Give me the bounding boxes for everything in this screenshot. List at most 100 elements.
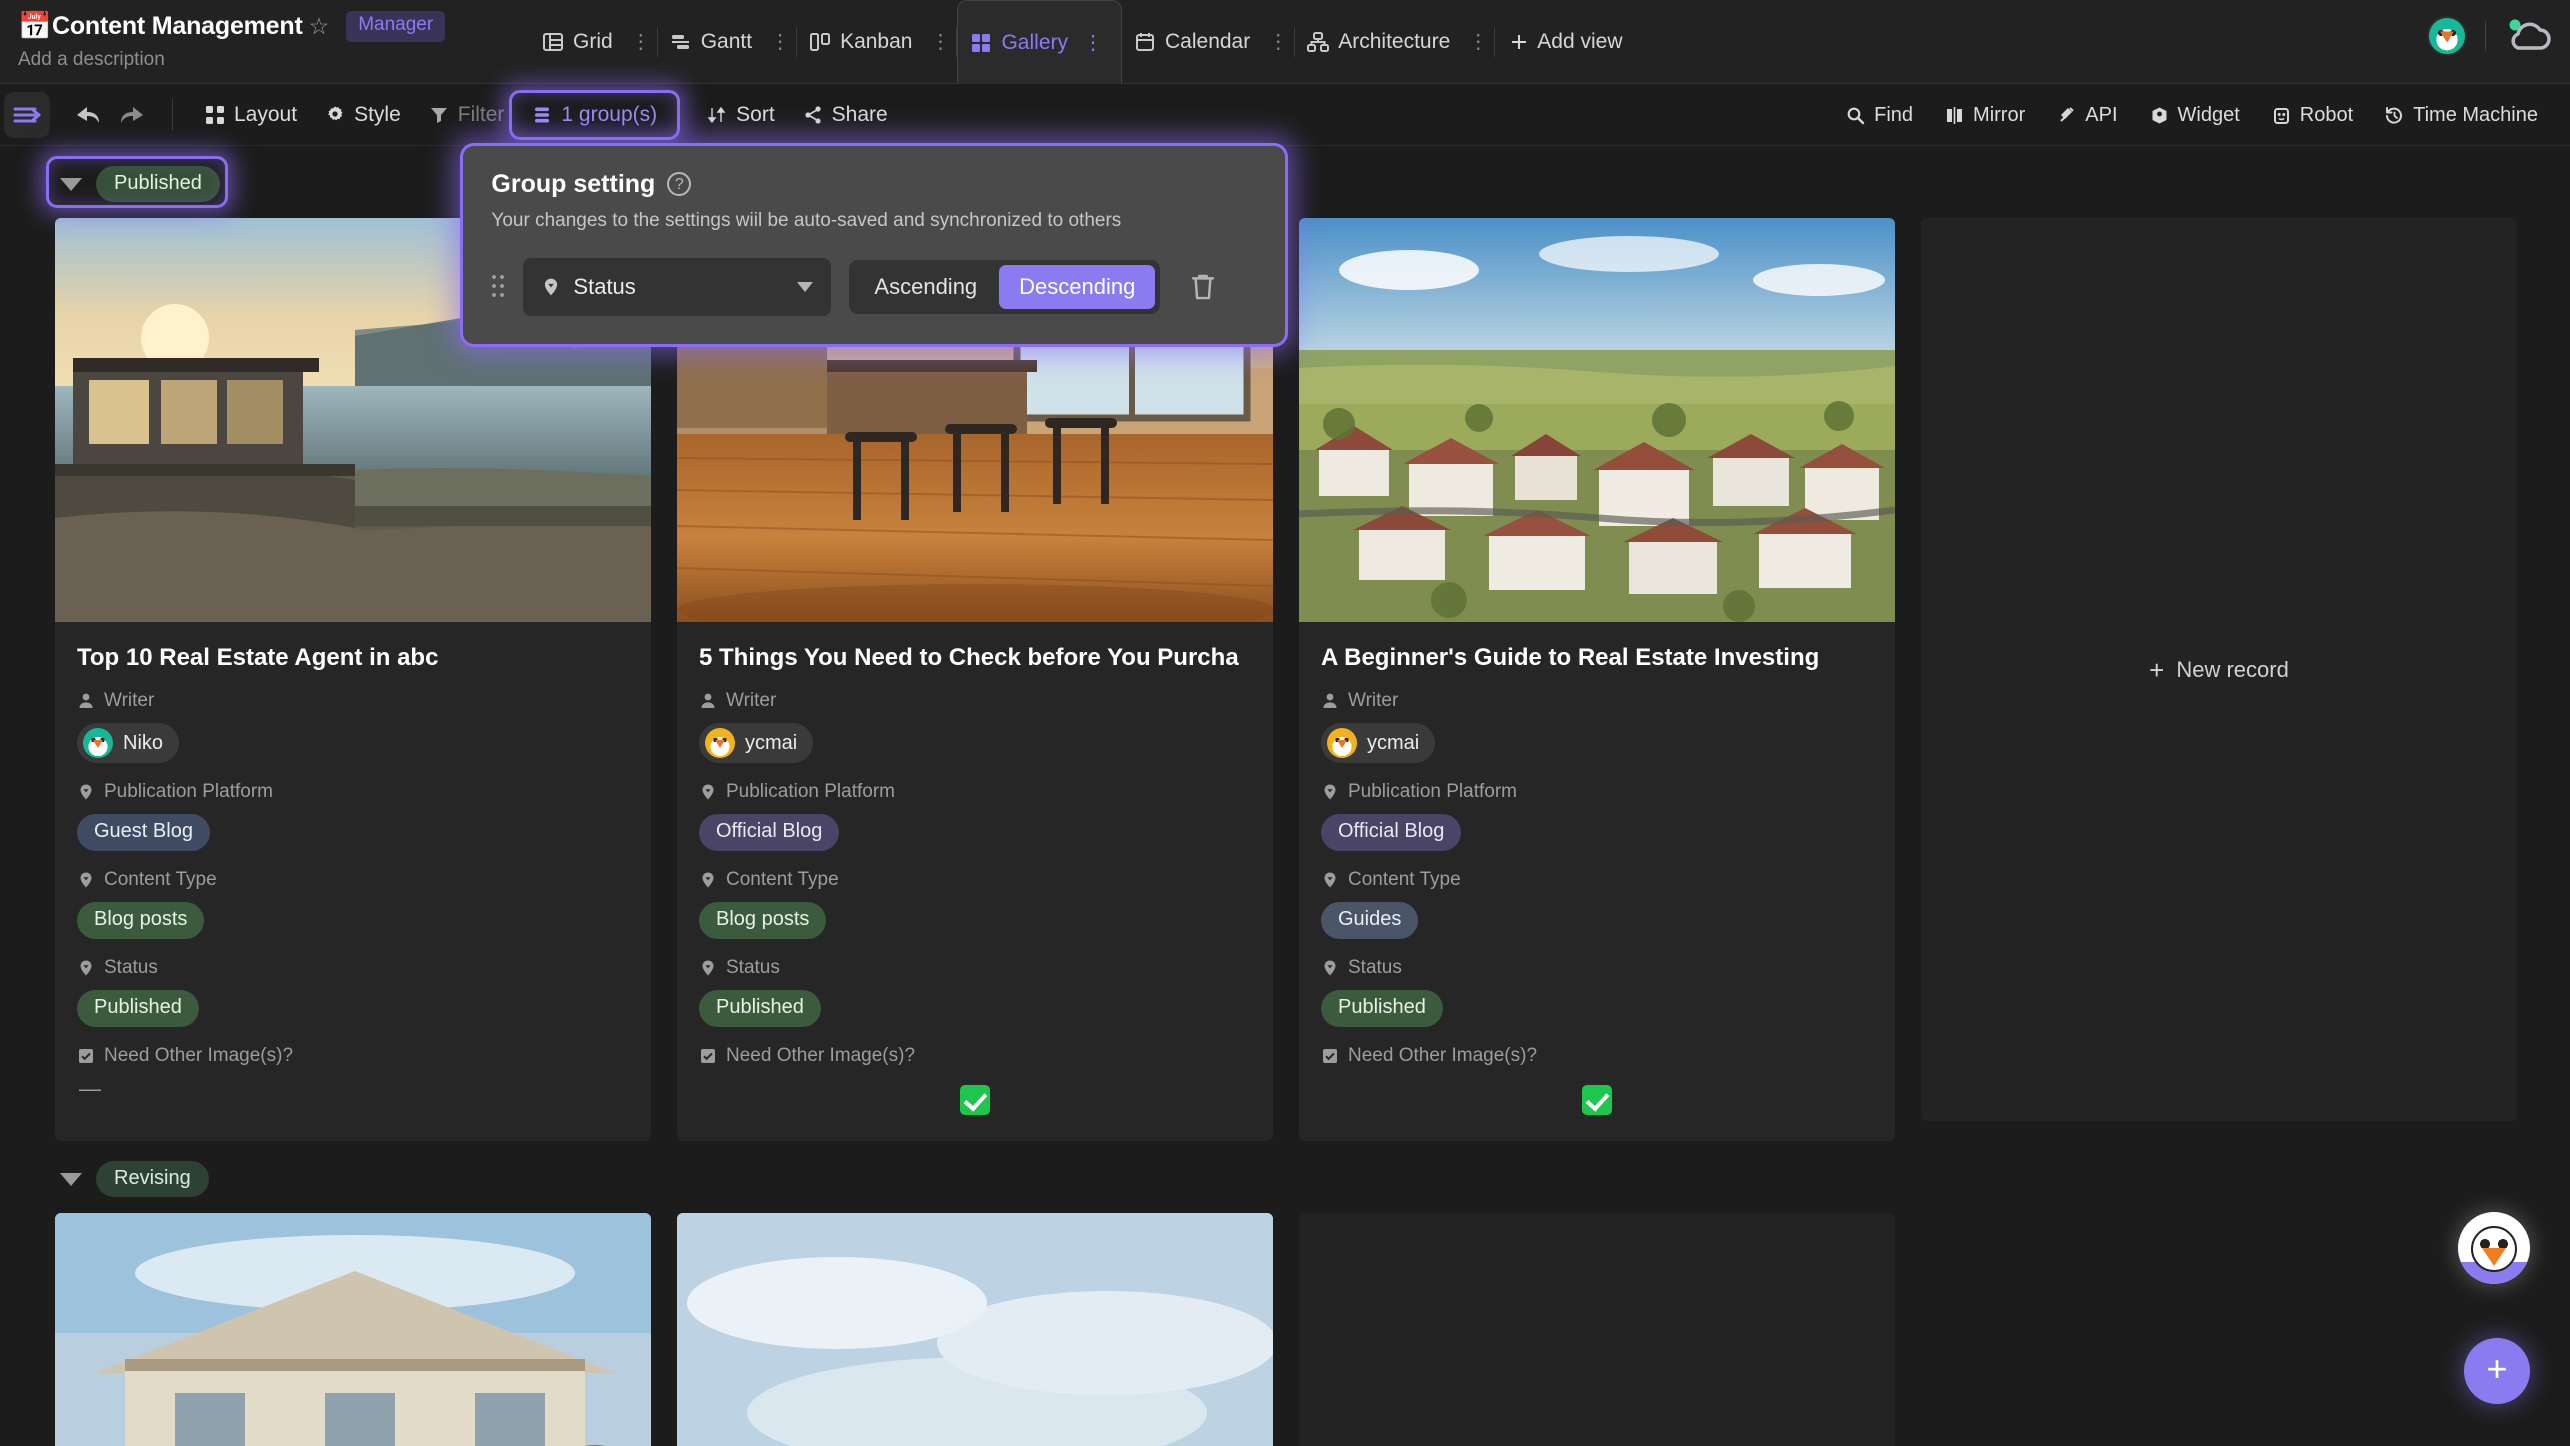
field-value-status: Published	[1321, 990, 1873, 1027]
tab-calendar[interactable]: Calendar	[1122, 0, 1262, 84]
layout-icon	[205, 105, 225, 125]
tab-architecture[interactable]: Architecture	[1295, 0, 1462, 84]
gallery-icon	[970, 32, 992, 54]
robot-button[interactable]: Robot	[2258, 98, 2367, 133]
gallery-card-placeholder[interactable]	[1299, 1213, 1895, 1446]
field-value-need-other-images	[699, 1085, 1251, 1115]
user-chip[interactable]: Niko	[77, 723, 180, 763]
tab-calendar-label: Calendar	[1165, 30, 1251, 53]
layout-button[interactable]: Layout	[191, 97, 311, 133]
user-name: Niko	[123, 731, 164, 754]
field-label-content-type: Content Type	[1321, 869, 1873, 891]
tab-gantt[interactable]: Gantt	[658, 0, 764, 84]
calendar-view-icon	[1134, 31, 1156, 53]
tab-kanban[interactable]: Kanban	[797, 0, 924, 84]
toolbar-right-group: Find Mirror API Widget Robot Time Machin…	[1832, 84, 2552, 146]
tag-chip: Guides	[1321, 902, 1419, 939]
group-header-revising[interactable]: Revising	[0, 1141, 2570, 1213]
card-title: Top 10 Real Estate Agent in abc	[77, 644, 439, 671]
card-title: 5 Things You Need to Check before You Pu…	[699, 644, 1239, 671]
field-value-publication-platform: Official Blog	[699, 814, 1251, 851]
filter-button[interactable]: Filter	[415, 97, 519, 133]
assistant-bird-icon[interactable]	[2458, 1212, 2530, 1284]
top-bar: 📅 Content Management ☆ Manager Add a des…	[0, 0, 2570, 84]
share-button[interactable]: Share	[789, 97, 902, 133]
tab-calendar-menu[interactable]: ⋮	[1262, 0, 1294, 84]
gallery-card[interactable]: 5 Things You Need to Check before You Pu…	[677, 218, 1273, 1141]
card-image-placeholder	[1299, 1213, 1895, 1446]
avatar[interactable]	[2427, 16, 2467, 56]
group-icon	[532, 105, 552, 125]
style-button[interactable]: Style	[311, 97, 415, 133]
role-badge: Manager	[346, 11, 446, 42]
field-value-writer: ycmai	[1321, 723, 1873, 763]
divider	[2485, 21, 2486, 51]
single-select-icon	[699, 783, 717, 801]
empty-value: —	[79, 1076, 101, 1101]
field-label-publication-platform: Publication Platform	[699, 781, 1251, 803]
group-button[interactable]: 1 group(s)	[518, 97, 671, 133]
field-label-writer: Writer	[699, 690, 1251, 712]
tab-grid-menu[interactable]: ⋮	[625, 0, 657, 84]
gallery-card[interactable]	[55, 1213, 651, 1446]
field-label-text: Publication Platform	[104, 781, 273, 802]
time-machine-button[interactable]: Time Machine	[2371, 98, 2552, 133]
add-record-fab[interactable]: +	[2464, 1338, 2530, 1404]
field-value-publication-platform: Guest Blog	[77, 814, 629, 851]
group-field-select[interactable]: Status	[523, 257, 832, 316]
tab-gallery[interactable]: Gallery ⋮	[957, 0, 1122, 84]
field-value-publication-platform: Official Blog	[1321, 814, 1873, 851]
search-icon	[1846, 106, 1865, 125]
add-view-button[interactable]: Add view	[1495, 0, 1636, 84]
sort-button[interactable]: Sort	[693, 97, 789, 133]
api-button[interactable]: API	[2043, 98, 2131, 133]
sidebar-collapse-icon[interactable]	[4, 91, 50, 138]
redo-icon[interactable]	[110, 93, 154, 137]
tab-architecture-menu[interactable]: ⋮	[1462, 0, 1494, 84]
description-input[interactable]: Add a description	[18, 49, 520, 71]
user-chip[interactable]: ycmai	[1321, 723, 1436, 763]
field-label-text: Writer	[104, 690, 155, 711]
widget-button[interactable]: Widget	[2136, 98, 2254, 133]
field-value-content-type: Blog posts	[77, 902, 629, 939]
cloud-sync-icon[interactable]	[2504, 18, 2552, 54]
tab-grid[interactable]: Grid	[530, 0, 625, 84]
gantt-icon	[670, 31, 692, 53]
drag-handle-icon[interactable]	[491, 273, 506, 300]
caret-down-icon[interactable]	[60, 177, 82, 191]
top-right-controls	[2427, 16, 2552, 56]
field-label-text: Status	[104, 957, 158, 978]
status-badge: Published	[699, 990, 821, 1027]
new-record-button[interactable]: + New record	[1921, 218, 2517, 1121]
gallery-card[interactable]	[677, 1213, 1273, 1446]
descending-button[interactable]: Descending	[999, 264, 1156, 309]
field-label-status: Status	[77, 957, 629, 979]
user-chip[interactable]: ycmai	[699, 723, 814, 763]
field-value-writer: Niko	[77, 723, 629, 763]
field-label-text: Content Type	[104, 869, 217, 890]
mirror-button[interactable]: Mirror	[1931, 98, 2039, 133]
caret-down-icon[interactable]	[60, 1172, 82, 1186]
field-label-content-type: Content Type	[77, 869, 629, 891]
question-mark-icon[interactable]: ?	[667, 172, 692, 196]
new-record-label: New record	[2176, 656, 2289, 682]
tab-gantt-label: Gantt	[700, 30, 753, 53]
sort-icon	[707, 105, 727, 125]
field-label-publication-platform: Publication Platform	[77, 781, 629, 803]
find-button[interactable]: Find	[1832, 98, 1927, 133]
gallery-card[interactable]: Top 10 Real Estate Agent in abc Writer N…	[55, 218, 651, 1141]
group-label-published: Published	[96, 166, 220, 202]
undo-icon[interactable]	[66, 93, 110, 137]
group-setting-popup: Group setting ? Your changes to the sett…	[460, 142, 1289, 347]
tab-gantt-menu[interactable]: ⋮	[764, 0, 796, 84]
tab-kanban-menu[interactable]: ⋮	[924, 0, 956, 84]
tab-gallery-menu[interactable]: ⋮	[1077, 1, 1109, 85]
trash-icon[interactable]	[1188, 271, 1218, 303]
time-machine-icon	[2385, 106, 2404, 125]
field-value-need-other-images	[1321, 1085, 1873, 1115]
gallery-card[interactable]: A Beginner's Guide to Real Estate Invest…	[1299, 218, 1895, 1141]
mirror-icon	[1945, 106, 1964, 125]
ascending-button[interactable]: Ascending	[854, 265, 997, 309]
checked-mark-icon	[960, 1085, 990, 1115]
star-icon[interactable]: ☆	[309, 14, 330, 38]
